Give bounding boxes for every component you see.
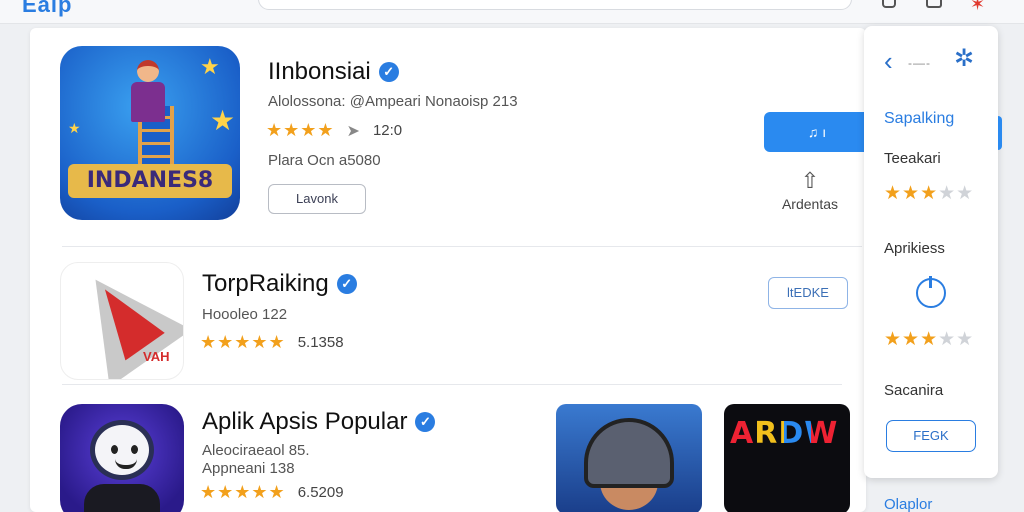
rating-count: 6.5209 xyxy=(297,484,344,501)
verified-icon: ✓ xyxy=(336,274,357,294)
app-publisher: Hoooleo 122 xyxy=(202,306,288,323)
explore-link[interactable]: Olaplor xyxy=(884,496,932,512)
screenshot-thumbnail[interactable] xyxy=(556,404,702,512)
gear-icon[interactable]: ✲ xyxy=(954,44,974,73)
rating-count: 12:0 xyxy=(372,122,403,139)
star-rating-icon: ★★★★★ xyxy=(200,332,286,352)
divider xyxy=(62,246,862,247)
app-icon-indonesia[interactable]: ★ ★ ★ INDANES8 xyxy=(60,46,240,220)
install-button-edge[interactable] xyxy=(998,116,1002,150)
star-decoration-icon: ★ xyxy=(210,105,236,136)
back-chevron-icon[interactable]: ‹ xyxy=(884,48,893,74)
app-size: Plara Ocn a5080 xyxy=(268,152,381,169)
verified-icon: ✓ xyxy=(415,412,436,432)
power-icon[interactable] xyxy=(916,276,946,308)
app-title[interactable]: IInbonsiai ✓ xyxy=(268,58,399,86)
side-dots: -—- xyxy=(908,56,931,70)
thumbnail-word: ARDW xyxy=(730,416,839,451)
app-publisher: Aleociraeaol 85. xyxy=(202,442,310,459)
cart-icon[interactable] xyxy=(882,0,896,8)
mascot-face xyxy=(90,420,154,480)
app-logo[interactable]: Eaip xyxy=(22,0,72,18)
verified-icon: ✓ xyxy=(378,62,399,82)
app-icon-toprating[interactable]: VAH xyxy=(60,262,184,380)
rating-stars: ★★★★★ 5.1358 xyxy=(200,332,344,353)
app-icon-aplik[interactable] xyxy=(60,404,184,512)
app-title-text: IInbonsiai xyxy=(268,58,371,85)
mascot-suit xyxy=(84,484,160,512)
star-rating-icon: ★★★★★ xyxy=(200,482,286,502)
install-button[interactable]: ♫ ı xyxy=(764,112,870,152)
share-button[interactable]: ⇧ Ardentas xyxy=(770,168,850,212)
side-rating-stars[interactable]: ★★★★★ xyxy=(884,182,974,205)
rating-stars: ★★★★ ➤ 12:0 xyxy=(266,120,402,141)
star-decoration-icon: ★ xyxy=(200,54,220,79)
divider xyxy=(62,384,842,385)
app-publisher: Alolossona: @Ampeari Nonaoisp 213 xyxy=(268,93,518,110)
app-title[interactable]: TorpRaiking ✓ xyxy=(202,270,357,298)
icon-banner-text: INDANES8 xyxy=(68,164,232,198)
top-bar: Eaip ✶ xyxy=(0,0,1024,24)
rating-count: 5.1358 xyxy=(297,334,344,351)
open-button[interactable]: Lavonk xyxy=(268,184,366,214)
app-title[interactable]: Aplik Apsis Popular ✓ xyxy=(202,408,436,436)
character-graphic xyxy=(128,60,168,130)
rating-stars: ★★★★★ 6.5209 xyxy=(200,482,344,503)
star-rating-icon: ★★★★ xyxy=(266,120,335,140)
share-icon: ⇧ xyxy=(800,168,820,193)
app-downloads: Appneani 138 xyxy=(202,460,295,477)
side-rating-stars[interactable]: ★★★★★ xyxy=(884,328,974,351)
icon-label: VAH xyxy=(143,349,170,364)
side-action-button[interactable]: FEGK xyxy=(886,420,976,452)
star-decoration-icon: ★ xyxy=(68,120,81,136)
inbox-icon[interactable] xyxy=(926,0,942,8)
side-section-label: Sacanira xyxy=(884,382,944,399)
get-button[interactable]: ltEDKE xyxy=(768,277,848,309)
side-link[interactable]: Sapalking xyxy=(884,110,954,128)
side-panel: ‹ -—- ✲ Sapalking Teeakari ★★★★★ Aprikie… xyxy=(864,26,998,478)
side-section-label: Teeakari xyxy=(884,150,941,167)
star-icon[interactable]: ✶ xyxy=(970,0,990,14)
share-label: Ardentas xyxy=(781,196,839,212)
search-input[interactable] xyxy=(258,0,852,10)
download-icon: ➤ xyxy=(346,122,361,140)
app-title-text: Aplik Apsis Popular xyxy=(202,408,408,435)
screenshot-thumbnail[interactable]: ARDW xyxy=(724,404,850,512)
helmet-graphic xyxy=(584,418,674,488)
app-title-text: TorpRaiking xyxy=(202,270,329,297)
side-section-label: Aprikiess xyxy=(884,240,945,257)
